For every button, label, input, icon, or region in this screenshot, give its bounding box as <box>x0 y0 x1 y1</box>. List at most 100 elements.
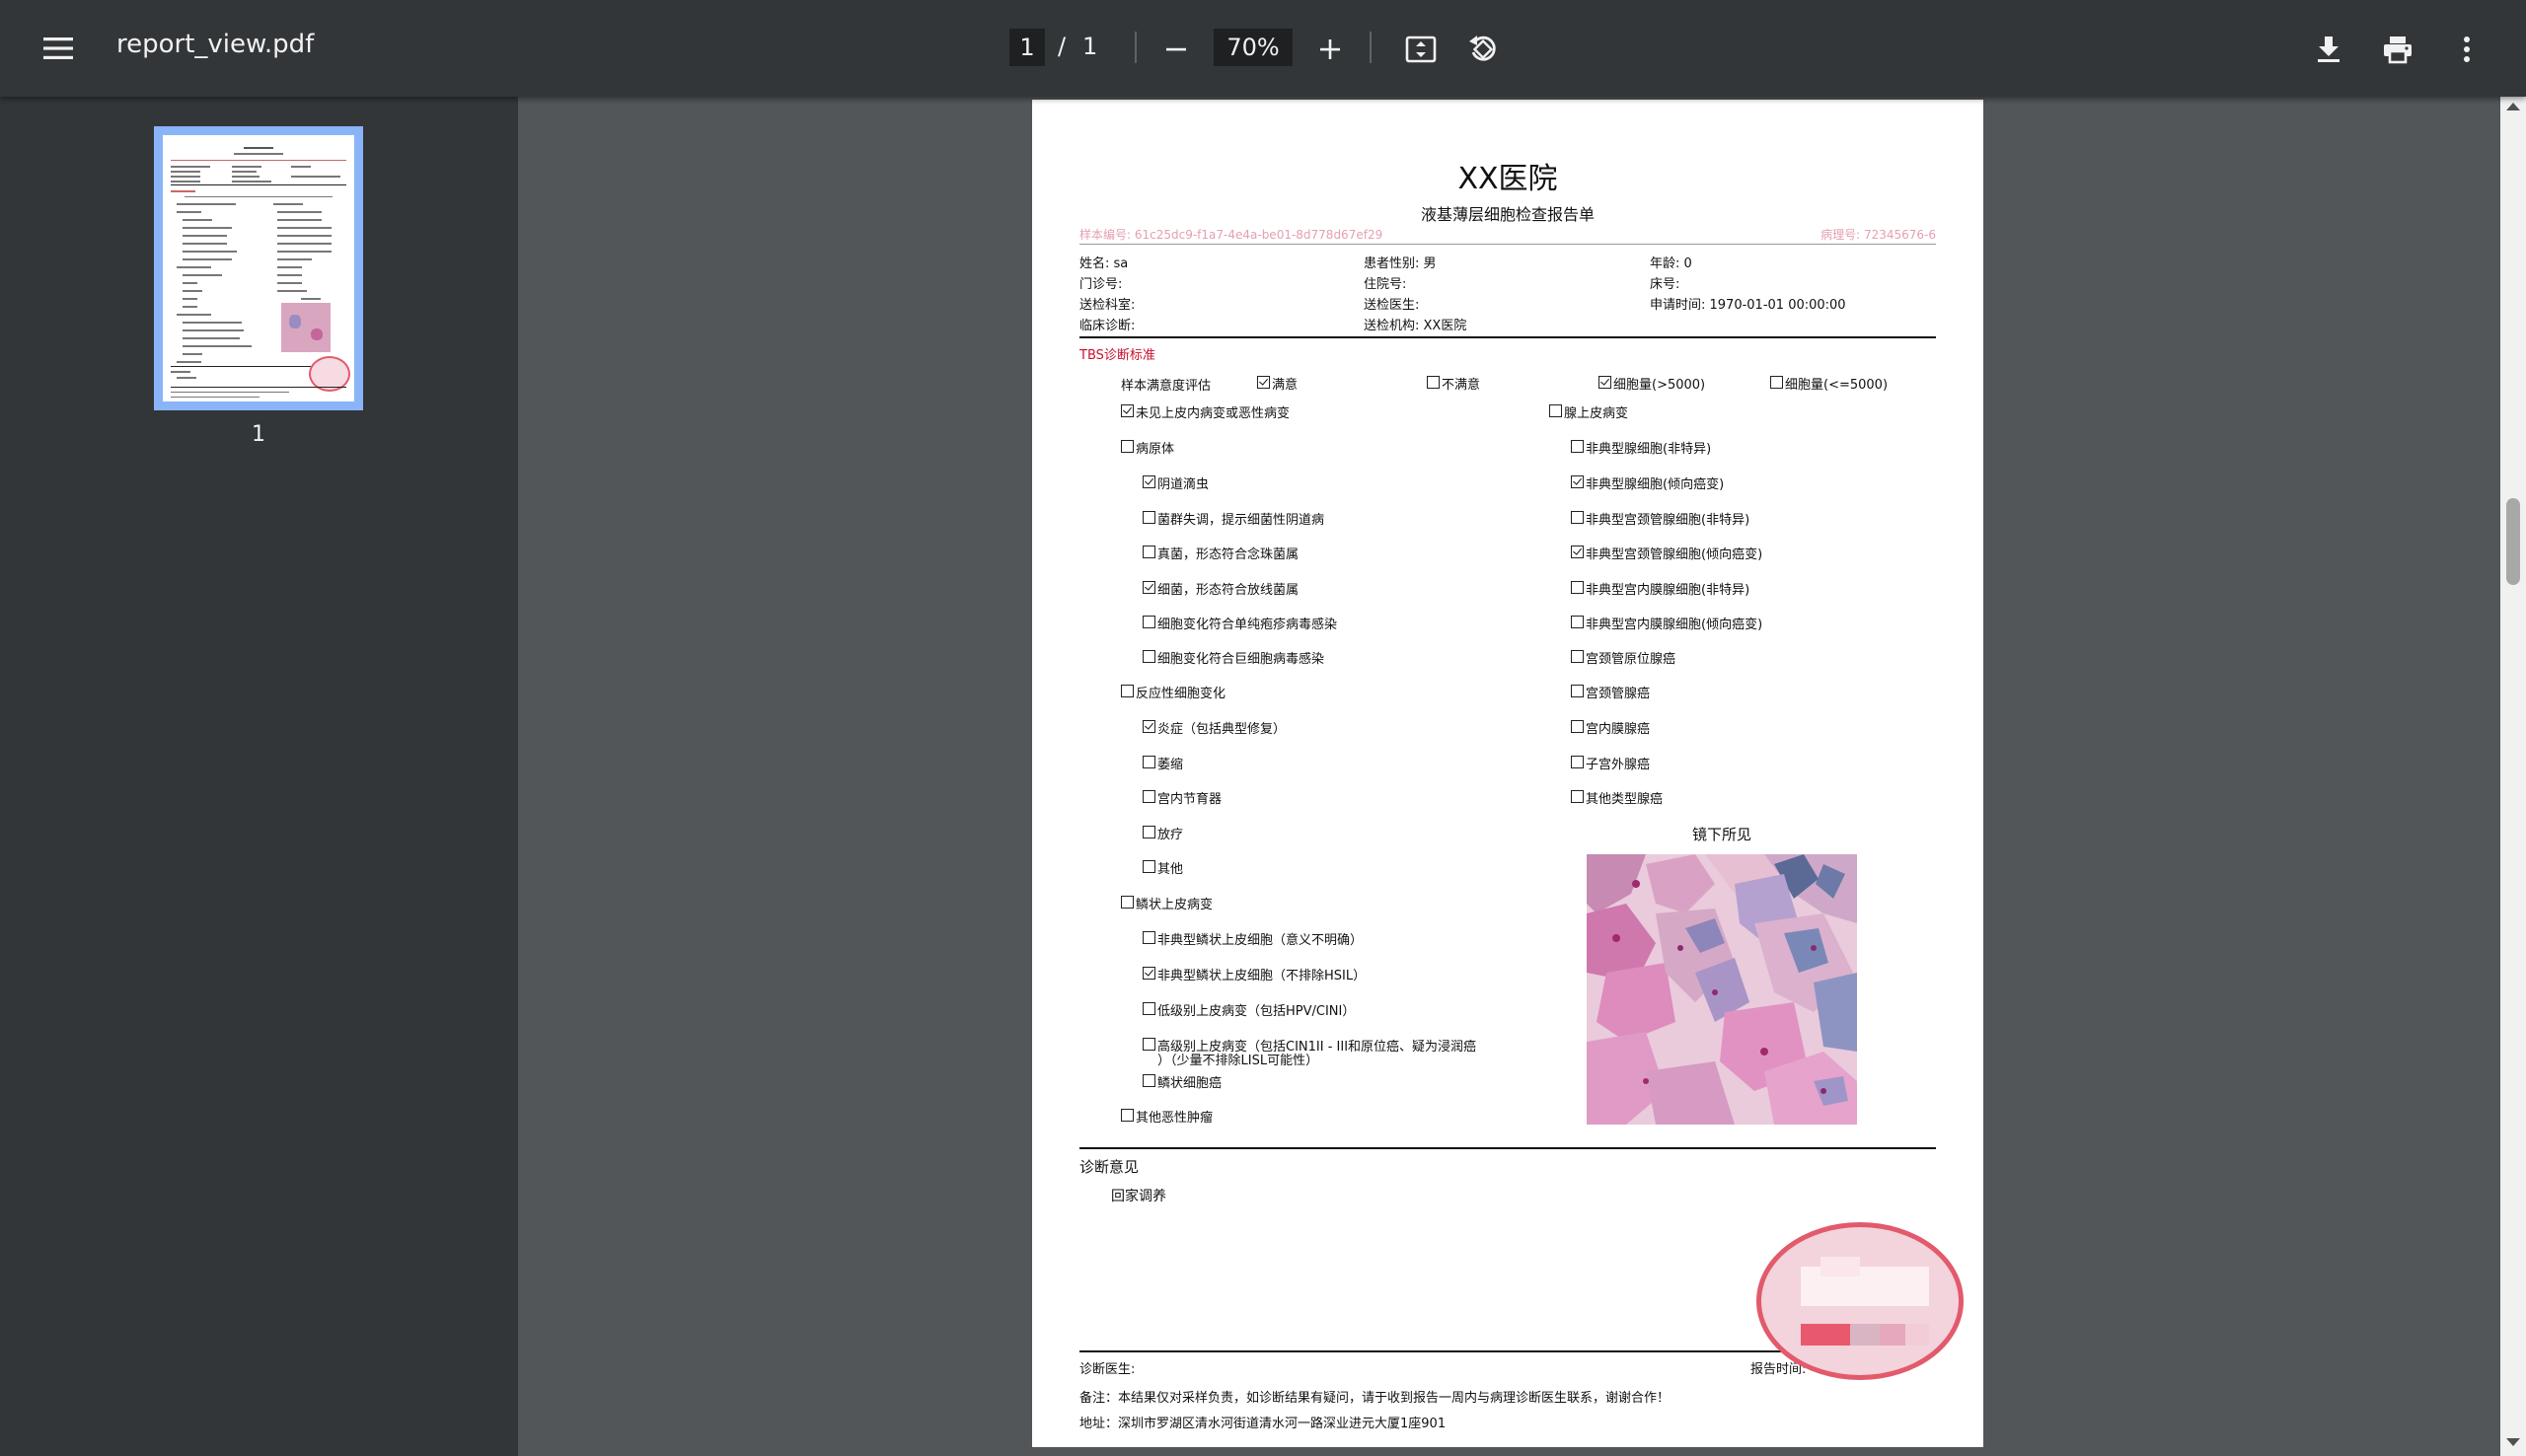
sample-number: 样本编号: 61c25dc9-f1a7-4e4a-be01-8d778d67ef… <box>1079 228 1383 242</box>
left-diagnosis-21-checkbox[interactable] <box>1121 1109 1134 1122</box>
patient-name: 姓名: sa <box>1079 256 1129 271</box>
left-diagnosis-2-checkbox[interactable] <box>1121 440 1134 453</box>
left-diagnosis-8-checkbox[interactable] <box>1143 650 1155 663</box>
right-diagnosis-12-checkbox[interactable] <box>1571 790 1584 803</box>
left-diagnosis-2-label: 病原体 <box>1136 442 1175 457</box>
right-diagnosis-3-label: 非典型腺细胞(倾向癌变) <box>1586 477 1725 492</box>
document-title: report_view.pdf <box>116 30 315 59</box>
scroll-up-arrow-icon[interactable] <box>2506 103 2520 110</box>
left-diagnosis-10-checkbox[interactable] <box>1143 720 1155 733</box>
left-diagnosis-9-checkbox[interactable] <box>1121 685 1134 697</box>
page-thumbnail[interactable] <box>154 126 363 410</box>
left-diagnosis-1-checkbox[interactable] <box>1121 404 1134 417</box>
left-diagnosis-15-label: 鳞状上皮病变 <box>1136 898 1214 912</box>
left-diagnosis-7-checkbox[interactable] <box>1143 616 1155 628</box>
left-diagnosis-11-label: 萎缩 <box>1157 758 1184 772</box>
scrollbar-thumb[interactable] <box>2506 498 2520 585</box>
left-diagnosis-18-checkbox[interactable] <box>1143 1002 1155 1015</box>
left-diagnosis-17-label: 非典型鳞状上皮细胞（不排除HSIL） <box>1157 969 1367 983</box>
right-diagnosis-9-checkbox[interactable] <box>1571 685 1584 697</box>
diagnosis-title: 诊断意见 <box>1079 1158 1140 1176</box>
left-diagnosis-18-label: 低级别上皮病变（包括HPV/CINI） <box>1157 1004 1356 1019</box>
right-diagnosis-1-checkbox[interactable] <box>1549 404 1562 417</box>
right-diagnosis-2-checkbox[interactable] <box>1571 440 1584 453</box>
satisfaction-option-3-checkbox[interactable] <box>1598 376 1611 389</box>
right-diagnosis-11-label: 子宫外腺癌 <box>1586 758 1651 772</box>
print-button[interactable] <box>2372 24 2423 75</box>
inpatient-number: 住院号: <box>1364 277 1407 292</box>
satisfaction-option-2-checkbox[interactable] <box>1427 376 1440 389</box>
vertical-dots-icon <box>2464 36 2470 62</box>
satisfaction-option-4-checkbox[interactable] <box>1770 376 1783 389</box>
right-diagnosis-4-checkbox[interactable] <box>1571 511 1584 524</box>
left-diagnosis-20-checkbox[interactable] <box>1143 1074 1155 1087</box>
left-diagnosis-3-checkbox[interactable] <box>1143 475 1155 488</box>
fit-to-page-icon <box>1405 36 1437 63</box>
satisfaction-option-3-label: 细胞量(>5000) <box>1613 378 1706 393</box>
right-diagnosis-10-checkbox[interactable] <box>1571 720 1584 733</box>
left-diagnosis-20-label: 鳞状细胞癌 <box>1157 1076 1223 1091</box>
pdf-page: XX医院 液基薄层细胞检查报告单 样本编号: 61c25dc9-f1a7-4e4… <box>1032 100 1983 1447</box>
left-diagnosis-5-checkbox[interactable] <box>1143 546 1155 558</box>
right-diagnosis-7-checkbox[interactable] <box>1571 616 1584 628</box>
left-diagnosis-4-checkbox[interactable] <box>1143 511 1155 524</box>
left-diagnosis-15-checkbox[interactable] <box>1121 896 1134 909</box>
right-diagnosis-11-checkbox[interactable] <box>1571 756 1584 768</box>
right-diagnosis-10-label: 宫内膜腺癌 <box>1586 722 1651 737</box>
diagnosis-text: 回家调养 <box>1111 1189 1166 1204</box>
hospital-seal-stamp <box>1756 1222 1964 1380</box>
right-diagnosis-2-label: 非典型腺细胞(非特异) <box>1586 442 1712 457</box>
menu-icon[interactable] <box>30 25 87 72</box>
left-diagnosis-13-checkbox[interactable] <box>1143 826 1155 838</box>
right-diagnosis-9-label: 宫颈管腺癌 <box>1586 687 1651 701</box>
left-diagnosis-12-checkbox[interactable] <box>1143 790 1155 803</box>
microscopy-title: 镜下所见 <box>1691 826 1751 843</box>
left-diagnosis-3-label: 阴道滴虫 <box>1157 477 1210 492</box>
scroll-down-arrow-icon[interactable] <box>2506 1438 2520 1446</box>
download-button[interactable] <box>2303 24 2354 75</box>
rotate-counterclockwise-icon <box>1469 36 1496 61</box>
right-diagnosis-6-checkbox[interactable] <box>1571 581 1584 594</box>
left-diagnosis-12-label: 宫内节育器 <box>1157 792 1223 807</box>
left-diagnosis-6-checkbox[interactable] <box>1143 581 1155 594</box>
toolbar-divider <box>1135 32 1137 63</box>
satisfaction-option-1-checkbox[interactable] <box>1257 376 1270 389</box>
download-icon <box>2318 36 2340 62</box>
left-diagnosis-14-label: 其他 <box>1157 862 1184 877</box>
page-total: 1 <box>1082 33 1098 60</box>
hospital-name: XX医院 <box>1457 162 1558 196</box>
left-diagnosis-13-label: 放疗 <box>1157 828 1184 842</box>
bed-number: 床号: <box>1650 277 1680 292</box>
right-diagnosis-12-label: 其他类型腺癌 <box>1586 792 1664 807</box>
rotate-button[interactable] <box>1457 24 1509 75</box>
pdf-toolbar: report_view.pdf / 1 70% <box>0 0 2526 97</box>
pathology-number: 病理号: 72345676-6 <box>1820 228 1936 242</box>
outpatient-number: 门诊号: <box>1079 277 1123 292</box>
left-diagnosis-14-checkbox[interactable] <box>1143 860 1155 873</box>
left-diagnosis-16-checkbox[interactable] <box>1143 931 1155 944</box>
vertical-scrollbar[interactable] <box>2500 97 2526 1456</box>
left-diagnosis-7-label: 细胞变化符合单纯疱疹病毒感染 <box>1157 618 1338 632</box>
patient-gender: 患者性别: 男 <box>1364 256 1437 271</box>
diagnosing-doctor: 诊断医生: <box>1079 1362 1136 1377</box>
printer-icon <box>2384 36 2412 64</box>
page-separator: / <box>1058 33 1067 60</box>
left-diagnosis-17-checkbox[interactable] <box>1143 967 1155 980</box>
fit-page-button[interactable] <box>1395 24 1447 75</box>
more-options-button[interactable] <box>2441 24 2492 75</box>
report-note: 备注：本结果仅对采样负责，如诊断结果有疑问，请于收到报告一周内与病理诊断医生联系… <box>1079 1391 1671 1406</box>
left-diagnosis-19-checkbox[interactable] <box>1143 1038 1155 1051</box>
zoom-out-button[interactable] <box>1151 24 1202 75</box>
right-diagnosis-6-label: 非典型宫内膜腺细胞(非特异) <box>1586 583 1750 598</box>
report-title: 液基薄层细胞检查报告单 <box>1420 205 1595 224</box>
left-diagnosis-11-checkbox[interactable] <box>1143 756 1155 768</box>
right-diagnosis-7-label: 非典型宫内膜腺细胞(倾向癌变) <box>1586 618 1763 632</box>
left-diagnosis-19-label-line2: ）（少量不排除LISL可能性） <box>1157 1054 1319 1068</box>
zoom-level-input[interactable]: 70% <box>1214 29 1293 66</box>
right-diagnosis-8-checkbox[interactable] <box>1571 650 1584 663</box>
right-diagnosis-5-checkbox[interactable] <box>1571 546 1584 558</box>
zoom-in-button[interactable] <box>1304 24 1356 75</box>
info-divider <box>1079 336 1936 338</box>
page-number-input[interactable] <box>1009 29 1045 66</box>
right-diagnosis-3-checkbox[interactable] <box>1571 475 1584 488</box>
